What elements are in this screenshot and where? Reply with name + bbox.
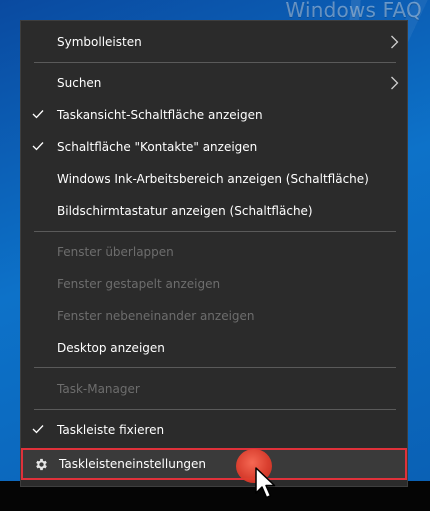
menu-item-label: Taskansicht-Schaltfläche anzeigen <box>57 108 263 122</box>
checkmark-icon <box>32 142 44 151</box>
menu-item-label: Windows Ink-Arbeitsbereich anzeigen (Sch… <box>57 172 369 186</box>
menu-item-label: Symbolleisten <box>57 35 142 49</box>
taskbar-context-menu: Symbolleisten Suchen Taskansicht-Schaltf… <box>20 20 408 487</box>
menu-separator <box>34 231 396 232</box>
menu-item-label: Desktop anzeigen <box>57 341 165 355</box>
menu-item-taskleisteneinstellungen[interactable]: Taskleisteneinstellungen <box>21 448 407 480</box>
menu-item-fenster-gestapelt: Fenster gestapelt anzeigen <box>21 269 407 299</box>
menu-item-label: Taskleisteneinstellungen <box>59 457 207 471</box>
menu-item-label: Bildschirmtastatur anzeigen (Schaltfläch… <box>57 204 313 218</box>
menu-separator <box>34 409 396 410</box>
menu-item-fenster-ueberlappen: Fenster überlappen <box>21 237 407 267</box>
menu-item-label: Fenster nebeneinander anzeigen <box>57 309 255 323</box>
menu-item-kontakte[interactable]: Schaltfläche "Kontakte" anzeigen <box>21 132 407 162</box>
menu-item-taskansicht[interactable]: Taskansicht-Schaltfläche anzeigen <box>21 100 407 130</box>
chevron-right-icon <box>391 76 399 90</box>
chevron-right-icon <box>391 35 399 49</box>
mouse-pointer-icon <box>255 467 276 499</box>
menu-item-suchen[interactable]: Suchen <box>21 68 407 98</box>
gear-icon <box>36 458 47 471</box>
checkmark-icon <box>32 425 44 434</box>
menu-item-label: Fenster überlappen <box>57 245 174 259</box>
menu-item-windows-ink[interactable]: Windows Ink-Arbeitsbereich anzeigen (Sch… <box>21 164 407 194</box>
menu-item-taskleiste-fixieren[interactable]: Taskleiste fixieren <box>21 415 407 445</box>
checkmark-icon <box>32 110 44 119</box>
menu-item-fenster-nebeneinander: Fenster nebeneinander anzeigen <box>21 301 407 331</box>
watermark: Windows FAQ <box>285 0 422 22</box>
menu-separator <box>34 62 396 63</box>
menu-item-symbolleisten[interactable]: Symbolleisten <box>21 27 407 57</box>
menu-item-label: Suchen <box>57 76 102 90</box>
menu-item-bildschirmtastatur[interactable]: Bildschirmtastatur anzeigen (Schaltfläch… <box>21 196 407 226</box>
menu-item-desktop-anzeigen[interactable]: Desktop anzeigen <box>21 333 407 363</box>
menu-item-task-manager: Task-Manager <box>21 374 407 404</box>
menu-item-label: Taskleiste fixieren <box>57 423 165 437</box>
menu-separator <box>34 367 396 368</box>
menu-item-label: Task-Manager <box>57 382 140 396</box>
menu-item-label: Schaltfläche "Kontakte" anzeigen <box>57 140 258 154</box>
menu-item-label: Fenster gestapelt anzeigen <box>57 277 221 291</box>
